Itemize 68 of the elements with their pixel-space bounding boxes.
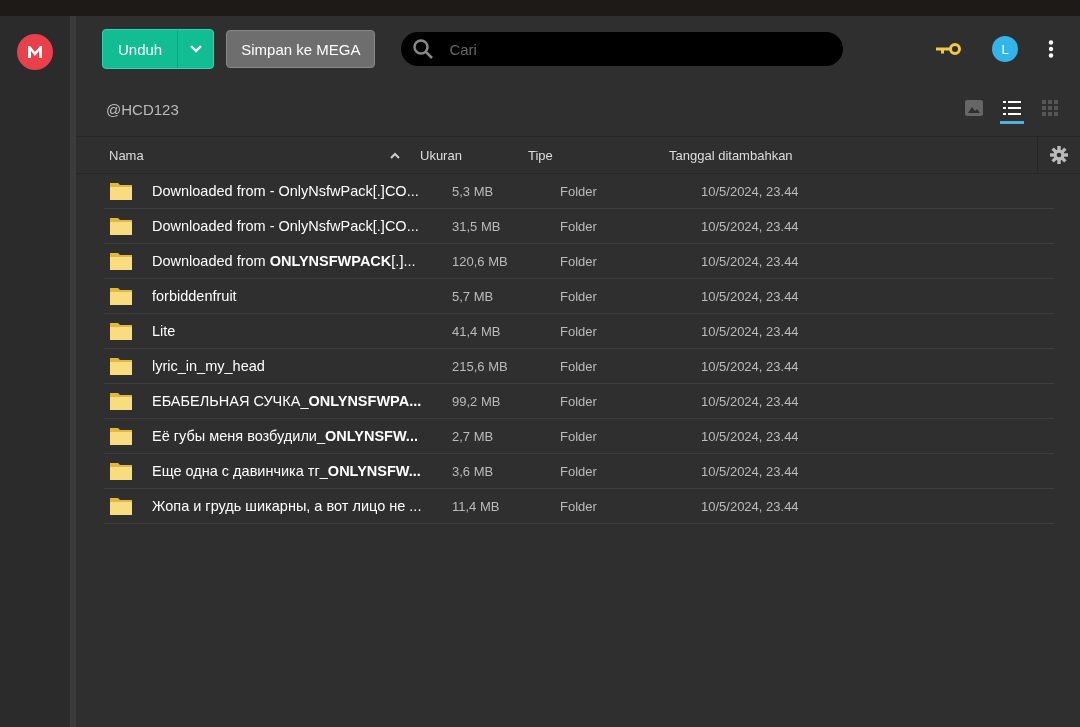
folder-icon <box>110 217 132 235</box>
file-name[interactable]: Еще одна с давинчика тг_ONLYNSFW... <box>152 463 421 479</box>
more-icon[interactable] <box>1048 40 1054 58</box>
date-cell: 10/5/2024, 23.44 <box>701 323 799 339</box>
column-header[interactable]: Tipe <box>528 147 669 163</box>
search-icon <box>413 39 434 59</box>
file-name[interactable]: Lite <box>152 323 176 339</box>
grid-icon <box>1042 99 1058 116</box>
owner-name: @HCD123 <box>106 100 179 118</box>
size-cell-text: 5,3 MB <box>452 183 495 199</box>
key-icon[interactable] <box>936 43 962 55</box>
image-icon <box>965 99 983 116</box>
size-cell-text: 120,6 MB <box>452 253 509 269</box>
type-cell-text: Folder <box>560 183 598 199</box>
type-cell-text: Folder <box>560 323 598 339</box>
type-cell-text: Folder <box>560 218 598 234</box>
type-cell-text: Folder <box>560 428 598 444</box>
date-cell: 10/5/2024, 23.44 <box>701 428 799 444</box>
type-cell-text: Folder <box>560 358 598 374</box>
file-name[interactable]: Downloaded from - OnlyNsfwPack[.]CO... <box>152 218 419 234</box>
column-header[interactable]: Nama <box>76 147 420 163</box>
file-name[interactable]: Жопа и грудь шикарны, а вот лицо не ... <box>152 498 422 514</box>
type-cell-text: Folder <box>560 393 598 409</box>
date-cell: 10/5/2024, 23.44 <box>701 218 799 234</box>
folder-icon <box>110 287 132 305</box>
date-cell: 10/5/2024, 23.44 <box>701 358 799 374</box>
size-cell-text: 5,7 MB <box>452 288 495 304</box>
list-icon <box>1003 100 1021 115</box>
file-name[interactable]: Downloaded from - OnlyNsfwPack[.]CO... <box>152 183 419 199</box>
size-cell-text: 41,4 MB <box>452 323 502 339</box>
size-cell-text: 2,7 MB <box>452 428 495 444</box>
date-cell: 10/5/2024, 23.44 <box>701 253 799 269</box>
folder-icon <box>110 357 132 375</box>
folder-icon <box>110 252 132 270</box>
settings-icon[interactable] <box>1050 146 1068 164</box>
file-name[interactable]: Downloaded from ONLYNSFWPACK[.]... <box>152 253 416 269</box>
date-cell: 10/5/2024, 23.44 <box>701 393 799 409</box>
column-header[interactable]: Tanggal ditambahkan <box>669 147 1005 163</box>
file-name[interactable]: forbiddenfruit <box>152 288 237 304</box>
type-cell-text: Folder <box>560 463 598 479</box>
folder-icon <box>110 322 132 340</box>
date-cell: 10/5/2024, 23.44 <box>701 463 799 479</box>
size-cell-text: 99,2 MB <box>452 393 502 409</box>
logo-icon[interactable] <box>17 34 53 70</box>
folder-icon <box>110 182 132 200</box>
size-cell-text: 215,6 MB <box>452 358 509 374</box>
file-name[interactable]: Её губы меня возбудили_ONLYNSFW... <box>152 428 418 444</box>
file-name[interactable]: ЕБАБЕЛЬНАЯ СУЧКА_ONLYNSFWPA... <box>152 393 422 409</box>
date-cell: 10/5/2024, 23.44 <box>701 288 799 304</box>
size-cell-text: 3,6 MB <box>452 463 495 479</box>
save-button[interactable]: Simpan ke MEGA <box>226 30 376 68</box>
file-name[interactable]: lyric_in_my_head <box>152 358 265 374</box>
type-cell-text: Folder <box>560 288 598 304</box>
search-bar[interactable]: Cari <box>401 32 844 66</box>
folder-icon <box>110 427 132 445</box>
size-cell-text: 31,5 MB <box>452 218 502 234</box>
folder-icon <box>110 497 132 515</box>
folder-icon <box>110 462 132 480</box>
sort-icon[interactable] <box>390 151 400 159</box>
caret-icon <box>189 45 202 53</box>
size-cell-text: 11,4 MB <box>452 498 501 514</box>
folder-icon <box>110 392 132 410</box>
type-cell-text: Folder <box>560 253 598 269</box>
date-cell: 10/5/2024, 23.44 <box>701 498 799 514</box>
date-cell: 10/5/2024, 23.44 <box>701 183 799 199</box>
search-input[interactable]: Cari <box>447 39 832 59</box>
type-cell-text: Folder <box>560 498 598 514</box>
column-header[interactable]: Ukuran <box>420 147 528 163</box>
